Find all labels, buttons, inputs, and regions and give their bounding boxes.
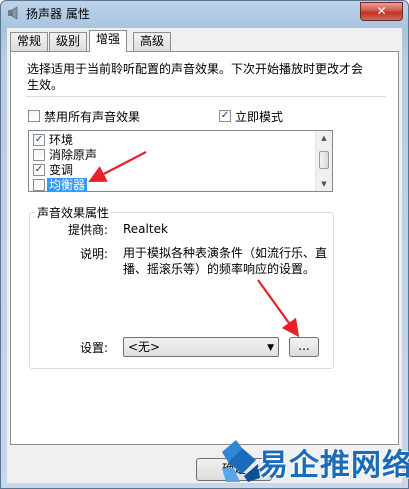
scroll-thumb[interactable] [319,151,329,169]
divider [26,96,386,97]
list-item-label: 消除原声 [49,148,98,162]
immediate-mode-checkbox[interactable]: ✓ [219,110,231,122]
description-value: 用于模拟各种表演条件（如流行乐、直播、摇滚乐等）的频率响应的设置。 [123,246,328,276]
setting-label: 设置: [79,341,108,355]
list-item-label-selected: 均衡器 [47,178,88,192]
provider-value: Realtek [123,222,168,236]
watermark-text: 易企推网络 [258,448,409,483]
group-title: 声音效果属性 [35,204,112,221]
voice-cancel-checkbox[interactable] [33,149,45,161]
equalizer-checkbox[interactable] [33,179,45,191]
list-item-label: 环境 [49,133,74,147]
watermark-logo-icon [222,440,260,482]
tab-advanced[interactable]: 高级 [133,32,172,51]
tab-general[interactable]: 常规 [10,32,49,51]
more-settings-button[interactable]: ... [289,337,319,357]
tab-levels[interactable]: 级别 [49,32,88,51]
scroll-down-icon[interactable]: ▼ [320,180,328,188]
watermark: 易企推网络 [218,434,409,488]
close-button[interactable]: ✕ [360,2,403,21]
tab-enhancements[interactable]: 增强 [89,30,128,52]
chevron-down-icon: ▼ [267,343,274,353]
enhancements-list[interactable]: ✓ 环境 消除原声 ✓ 变调 均衡器 ▲ ▼ [28,130,333,192]
title-bar[interactable]: 扬声器 属性 ✕ [1,1,408,27]
setting-select-value: <无> [128,340,161,354]
list-scrollbar[interactable]: ▲ ▼ [315,131,332,191]
window-title: 扬声器 属性 [26,7,90,21]
enhancements-description: 选择适用于当前聆听配置的声音效果。下次开始播放时更改才会生效。 [27,62,364,92]
disable-all-label[interactable]: 禁用所有声音效果 [44,108,140,125]
speaker-icon [8,6,18,20]
provider-label: 提供商: [67,223,108,237]
pitch-shift-checkbox[interactable]: ✓ [33,164,45,176]
description-label: 说明: [79,247,108,261]
setting-select[interactable]: <无> ▼ [123,337,279,357]
disable-all-checkbox[interactable] [28,110,40,122]
environment-checkbox[interactable]: ✓ [33,134,45,146]
list-item-label: 变调 [49,163,74,177]
immediate-mode-label[interactable]: 立即模式 [235,108,283,125]
scroll-up-icon[interactable]: ▲ [320,134,328,142]
close-icon: ✕ [376,4,387,18]
